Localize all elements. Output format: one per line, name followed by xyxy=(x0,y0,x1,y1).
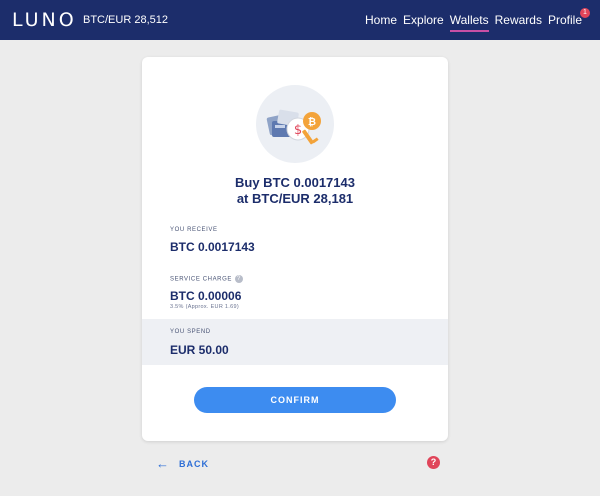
svg-text:₿: ₿ xyxy=(308,116,316,128)
nav-home[interactable]: Home xyxy=(365,0,397,40)
spend-value: EUR 50.00 xyxy=(170,343,229,357)
order-rate: at BTC/EUR 28,181 xyxy=(236,191,354,206)
confirm-buy-card: $ ₿ Buy BTC 0.0017143 at BTC/EUR 28,181 … xyxy=(142,57,448,441)
back-button[interactable]: ← BACK xyxy=(156,456,209,471)
confirm-button[interactable]: CONFIRM xyxy=(194,387,396,413)
arrow-left-icon: ← xyxy=(156,456,170,471)
service-charge-note: 3.5% (Approx. EUR 1.69) xyxy=(170,304,239,310)
nav-links: Home Explore Wallets Rewards Profile 1 xyxy=(359,0,590,40)
nav-profile[interactable]: Profile 1 xyxy=(547,0,590,40)
back-label: BACK xyxy=(179,458,209,469)
receive-value: BTC 0.0017143 xyxy=(170,240,255,254)
notification-badge: 1 xyxy=(580,8,590,18)
nav-wallets[interactable]: Wallets xyxy=(449,0,489,40)
service-charge-label: SERVICE CHARGE xyxy=(170,276,232,283)
nav-profile-label: Profile xyxy=(547,13,582,27)
order-amount: Buy BTC 0.0017143 xyxy=(235,175,355,190)
nav-explore[interactable]: Explore xyxy=(403,0,444,40)
top-nav: LUNO BTC/EUR 28,512 Home Explore Wallets… xyxy=(0,0,600,40)
spend-section: YOU SPEND EUR 50.00 xyxy=(142,319,448,365)
service-charge-row: SERVICE CHARGE? xyxy=(170,275,243,283)
help-icon[interactable]: ? xyxy=(427,456,440,469)
receive-label: YOU RECEIVE xyxy=(170,227,218,233)
info-icon[interactable]: ? xyxy=(234,275,243,283)
price-ticker: BTC/EUR 28,512 xyxy=(83,14,168,26)
service-charge-value: BTC 0.00006 xyxy=(170,289,242,303)
svg-text:$: $ xyxy=(294,123,302,138)
luno-logo[interactable]: LUNO xyxy=(12,9,77,31)
order-heading: Buy BTC 0.0017143 at BTC/EUR 28,181 xyxy=(142,175,448,207)
spend-label: YOU SPEND xyxy=(170,329,211,335)
wallet-coins-key-icon: $ ₿ xyxy=(256,85,334,163)
nav-rewards[interactable]: Rewards xyxy=(495,0,542,40)
